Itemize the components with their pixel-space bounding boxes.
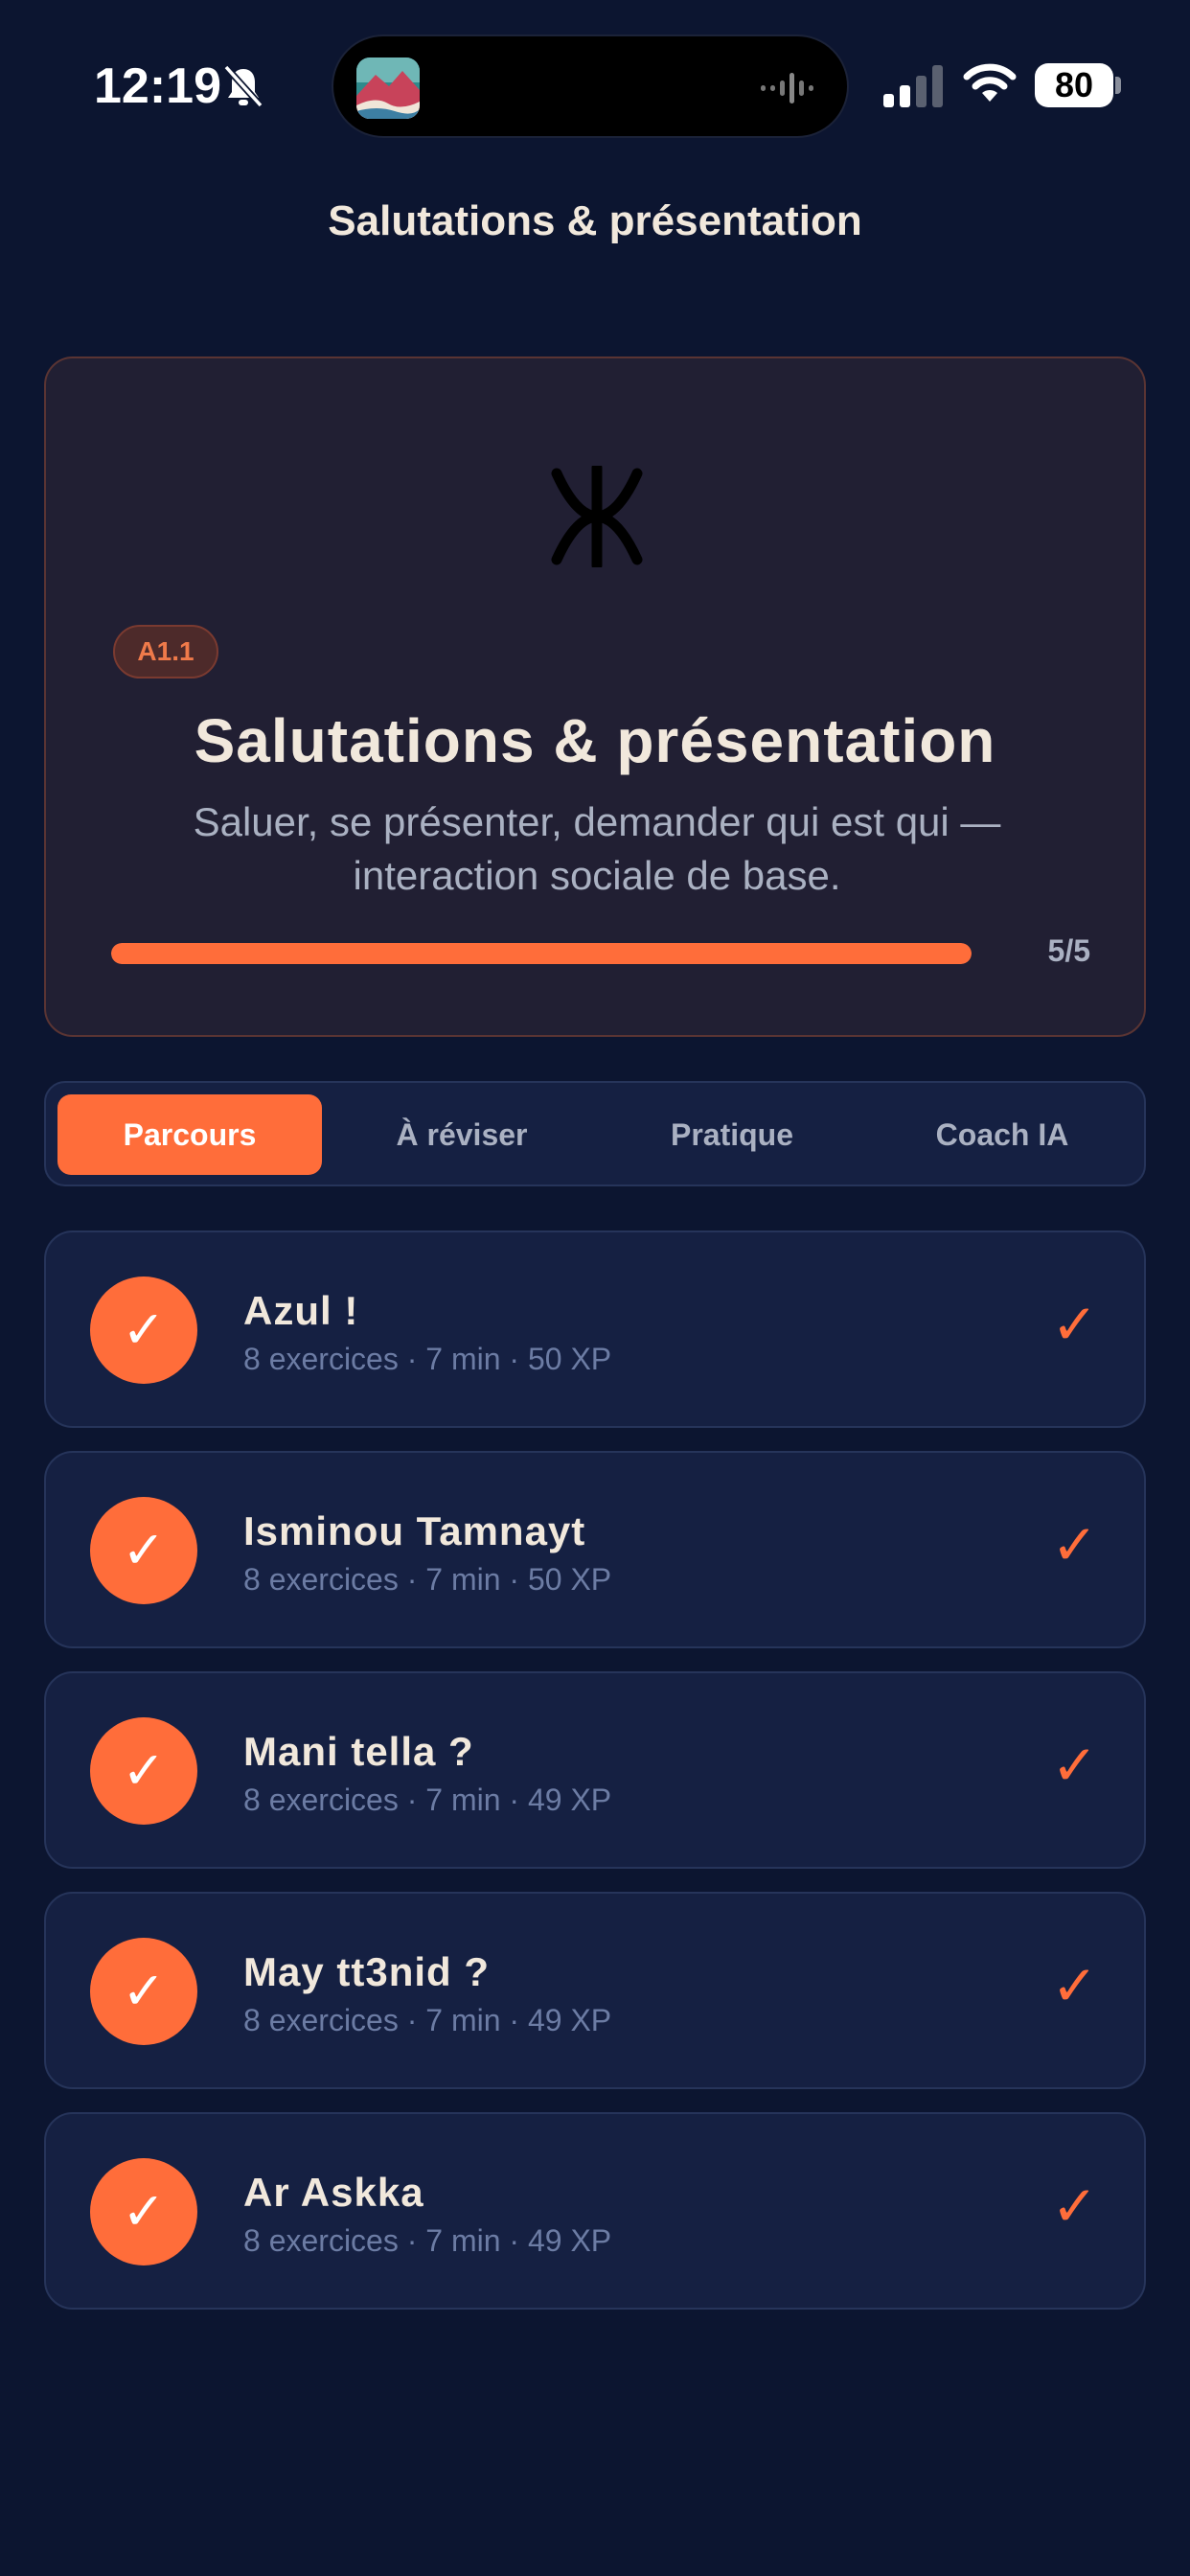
checkmark-icon: ✓ (1051, 1292, 1098, 1357)
unit-progress-bar (111, 943, 972, 964)
checkmark-icon: ✓ (1051, 1512, 1098, 1577)
lesson-title: Mani tella ? (243, 1729, 474, 1774)
app-artwork-icon (356, 58, 420, 119)
level-badge: A1.1 (113, 625, 218, 678)
tab-coach-ia[interactable]: Coach IA (870, 1094, 1134, 1175)
lesson-complete-badge: ✓ (90, 1938, 197, 2045)
battery-cap (1115, 77, 1121, 94)
lesson-meta: 8 exercices · 7 min · 49 XP (243, 2003, 612, 2037)
lesson-card-mani-tella[interactable]: ✓ Mani tella ? 8 exercices · 7 min · 49 … (44, 1671, 1146, 1869)
unit-progress-count: 5/5 (1047, 933, 1090, 968)
cellular-signal-icon (883, 65, 943, 107)
status-time: 12:19 (94, 58, 221, 114)
lesson-card-isminou-tamnayt[interactable]: ✓ Isminou Tamnayt 8 exercices · 7 min · … (44, 1451, 1146, 1648)
lesson-title: Azul ! (243, 1288, 359, 1333)
lesson-meta: 8 exercices · 7 min · 50 XP (243, 1562, 612, 1597)
lesson-title: Isminou Tamnayt (243, 1508, 586, 1553)
unit-hero-card: A1.1 Salutations & présentation Saluer, … (44, 356, 1146, 1037)
tab-pratique[interactable]: Pratique (600, 1094, 864, 1175)
page-title: Salutations & présentation (328, 197, 862, 244)
lesson-complete-badge: ✓ (90, 2158, 197, 2266)
audio-wave-icon (761, 73, 813, 104)
checkmark-icon: ✓ (1051, 1733, 1098, 1798)
lesson-complete-badge: ✓ (90, 1497, 197, 1604)
lesson-complete-badge: ✓ (90, 1717, 197, 1825)
battery-icon: 80 (1035, 63, 1121, 107)
bell-slash-icon (223, 64, 263, 108)
lesson-meta: 8 exercices · 7 min · 49 XP (243, 2223, 612, 2258)
lesson-card-ar-askka[interactable]: ✓ Ar Askka 8 exercices · 7 min · 49 XP ✓ (44, 2112, 1146, 2310)
lesson-title: May tt3nid ? (243, 1949, 491, 1994)
dynamic-island[interactable] (332, 34, 849, 138)
tab-a-reviser[interactable]: À réviser (330, 1094, 594, 1175)
lesson-card-may-tt3nid[interactable]: ✓ May tt3nid ? 8 exercices · 7 min · 49 … (44, 1892, 1146, 2089)
tab-parcours[interactable]: Parcours (57, 1094, 322, 1175)
lesson-title: Ar Askka (243, 2170, 424, 2215)
checkmark-icon: ✓ (1051, 1953, 1098, 2018)
status-bar: 12:19 80 (0, 0, 1190, 172)
wifi-icon (963, 63, 1017, 102)
lesson-meta: 8 exercices · 7 min · 49 XP (243, 1782, 612, 1817)
tifinagh-yaz-icon (551, 466, 643, 567)
unit-description: Saluer, se présenter, demander qui est q… (193, 799, 1001, 898)
lesson-complete-badge: ✓ (90, 1276, 197, 1384)
section-tabs: Parcours À réviser Pratique Coach IA (44, 1081, 1146, 1186)
lesson-card-azul[interactable]: ✓ Azul ! 8 exercices · 7 min · 50 XP ✓ (44, 1230, 1146, 1428)
unit-title: Salutations & présentation (194, 706, 996, 775)
unit-progress-fill (111, 943, 972, 964)
battery-level: 80 (1035, 63, 1113, 107)
checkmark-icon: ✓ (1051, 2174, 1098, 2239)
lesson-meta: 8 exercices · 7 min · 50 XP (243, 1342, 612, 1376)
